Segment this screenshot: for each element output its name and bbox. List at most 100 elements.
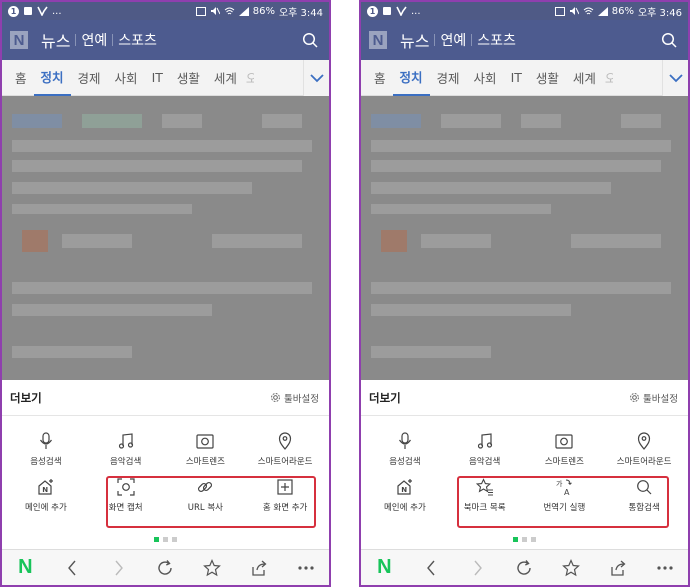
tab-sports[interactable]: 스포츠 <box>113 30 162 50</box>
forward-icon[interactable] <box>107 556 131 580</box>
category-more-partial[interactable]: 오 <box>603 60 613 96</box>
category-politics[interactable]: 정치 <box>392 60 430 96</box>
signal-app-icon <box>37 6 48 16</box>
smart-around-button[interactable]: 스마트어라운드 <box>245 426 325 472</box>
lens-icon <box>554 431 574 451</box>
more-notifications-icon: ... <box>52 5 62 17</box>
tab-news[interactable]: 뉴스 <box>395 28 434 52</box>
star-icon[interactable] <box>200 556 224 580</box>
blurred-text <box>421 234 491 248</box>
naver-home-icon[interactable]: N <box>372 556 396 580</box>
mic-icon <box>36 431 56 451</box>
category-home[interactable]: 홈 <box>8 60 34 96</box>
screenshot-icon <box>195 6 206 16</box>
menu-label: 음악검색 <box>468 457 501 467</box>
more-notifications-icon: ... <box>411 5 421 17</box>
smart-lens-button[interactable]: 스마트렌즈 <box>166 426 246 472</box>
menu-label: 음성검색 <box>389 457 421 467</box>
blurred-text <box>621 114 661 128</box>
category-society[interactable]: 사회 <box>467 60 504 96</box>
category-home[interactable]: 홈 <box>367 60 393 96</box>
blurred-text <box>212 234 302 248</box>
tab-entertainment[interactable]: 연예 <box>435 30 471 50</box>
share-icon[interactable] <box>247 556 271 580</box>
naver-logo[interactable]: N <box>10 31 28 49</box>
blurred-text <box>262 114 302 128</box>
more-icon[interactable] <box>653 556 677 580</box>
smart-lens-button[interactable]: 스마트렌즈 <box>525 426 605 472</box>
music-note-icon <box>475 431 495 451</box>
add-to-main-button[interactable]: N 메인에 추가 <box>365 472 445 518</box>
more-icon[interactable] <box>294 556 318 580</box>
page-indicator <box>2 537 329 542</box>
refresh-icon[interactable] <box>153 556 177 580</box>
back-icon[interactable] <box>60 556 84 580</box>
naver-home-icon[interactable]: N <box>13 556 37 580</box>
category-world[interactable]: 세계 <box>566 60 603 96</box>
bottom-toolbar: N <box>361 549 688 585</box>
wifi-icon <box>224 7 235 16</box>
voice-search-button[interactable]: 음성검색 <box>6 426 86 472</box>
tab-sports[interactable]: 스포츠 <box>472 30 521 50</box>
menu-label: 메인에 추가 <box>383 503 426 513</box>
blurred-text <box>62 234 132 248</box>
location-pin-icon <box>634 431 654 451</box>
tab-news[interactable]: 뉴스 <box>36 28 75 52</box>
blurred-image <box>22 230 48 252</box>
naver-header: N 뉴스 연예 스포츠 <box>2 20 329 60</box>
blurred-text <box>82 114 142 128</box>
music-search-button[interactable]: 음악검색 <box>86 426 166 472</box>
blurred-text <box>12 160 302 172</box>
refresh-icon[interactable] <box>512 556 536 580</box>
cell-signal-icon <box>238 6 249 16</box>
toolbar-settings-button[interactable]: 툴바설정 <box>270 391 319 405</box>
battery-level: 86% <box>611 5 634 17</box>
voice-search-button[interactable]: 음성검색 <box>365 426 445 472</box>
star-icon[interactable] <box>559 556 583 580</box>
blurred-text <box>371 282 671 294</box>
category-life[interactable]: 생활 <box>170 60 207 96</box>
naver-logo[interactable]: N <box>369 31 387 49</box>
page-dot <box>522 537 527 542</box>
page-dot <box>163 537 168 542</box>
forward-icon[interactable] <box>466 556 490 580</box>
music-search-button[interactable]: 음악검색 <box>445 426 525 472</box>
blurred-text <box>371 304 571 316</box>
dimmed-news-content <box>2 96 329 380</box>
category-economy[interactable]: 경제 <box>430 60 467 96</box>
search-icon[interactable] <box>299 29 321 51</box>
chevron-down-icon[interactable] <box>662 60 688 96</box>
category-it[interactable]: IT <box>504 60 529 96</box>
sheet-header: 더보기 툴바설정 <box>361 380 688 416</box>
menu-label: 메인에 추가 <box>24 503 67 513</box>
blurred-text <box>12 304 212 316</box>
phone-screen-2: 1 ... 86% 오후 3:46 N 뉴스 연예 스포츠 홈 정치 경제 사회… <box>359 0 690 587</box>
blurred-text <box>371 204 551 214</box>
sheet-title: 더보기 <box>10 390 42 405</box>
sheet-title: 더보기 <box>369 390 401 405</box>
dimmed-news-content <box>361 96 688 380</box>
share-icon[interactable] <box>606 556 630 580</box>
toolbar-settings-button[interactable]: 툴바설정 <box>629 391 678 405</box>
blurred-text <box>521 114 561 128</box>
category-economy[interactable]: 경제 <box>71 60 108 96</box>
menu-label: 스마트렌즈 <box>185 457 225 467</box>
blurred-text <box>162 114 202 128</box>
add-to-main-button[interactable]: N 메인에 추가 <box>6 472 86 518</box>
category-it[interactable]: IT <box>145 60 170 96</box>
category-society[interactable]: 사회 <box>108 60 145 96</box>
page-dot-active <box>154 537 159 542</box>
smart-around-button[interactable]: 스마트어라운드 <box>604 426 684 472</box>
category-tabs: 홈 정치 경제 사회 IT 생활 세계 오 <box>2 60 329 96</box>
tab-entertainment[interactable]: 연예 <box>76 30 112 50</box>
category-tabs: 홈 정치 경제 사회 IT 생활 세계 오 <box>361 60 688 96</box>
category-world[interactable]: 세계 <box>207 60 244 96</box>
back-icon[interactable] <box>419 556 443 580</box>
category-politics[interactable]: 정치 <box>33 60 71 96</box>
highlight-box <box>106 476 316 528</box>
menu-label: 스마트렌즈 <box>544 457 584 467</box>
search-icon[interactable] <box>658 29 680 51</box>
chevron-down-icon[interactable] <box>303 60 329 96</box>
category-more-partial[interactable]: 오 <box>244 60 254 96</box>
category-life[interactable]: 생활 <box>529 60 566 96</box>
